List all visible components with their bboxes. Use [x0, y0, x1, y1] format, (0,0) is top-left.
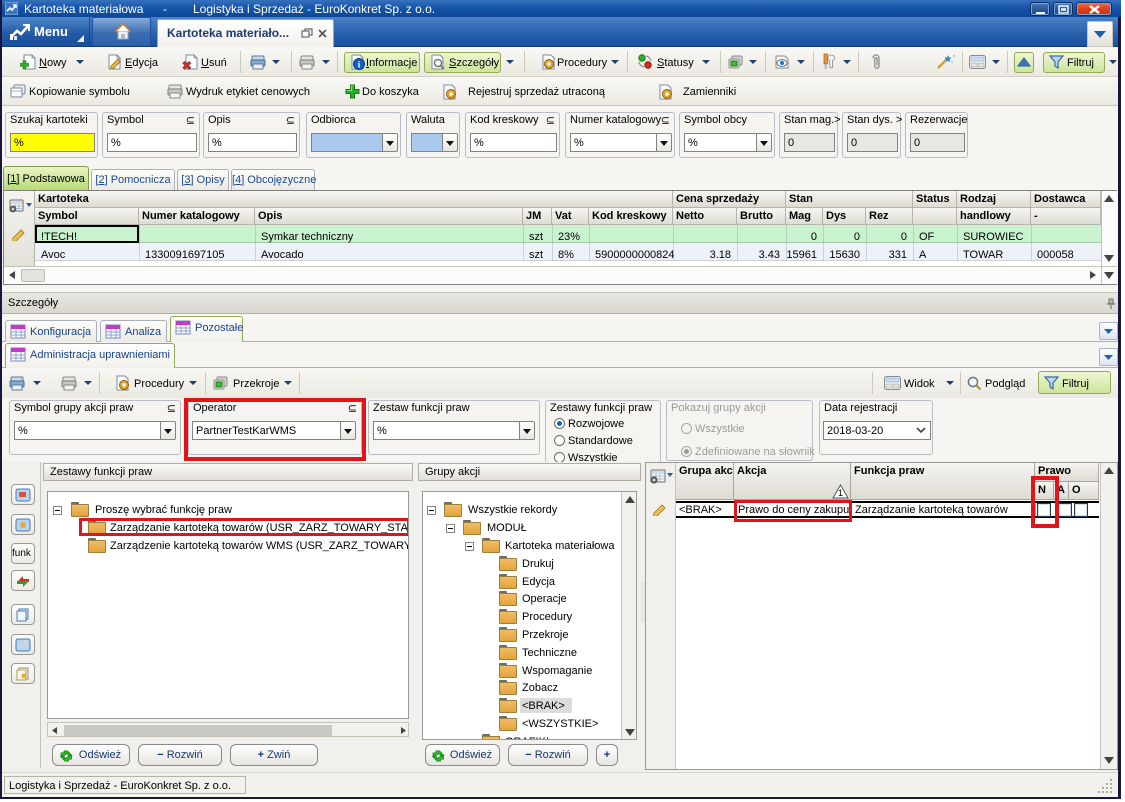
- svg-text:1: 1: [838, 488, 843, 498]
